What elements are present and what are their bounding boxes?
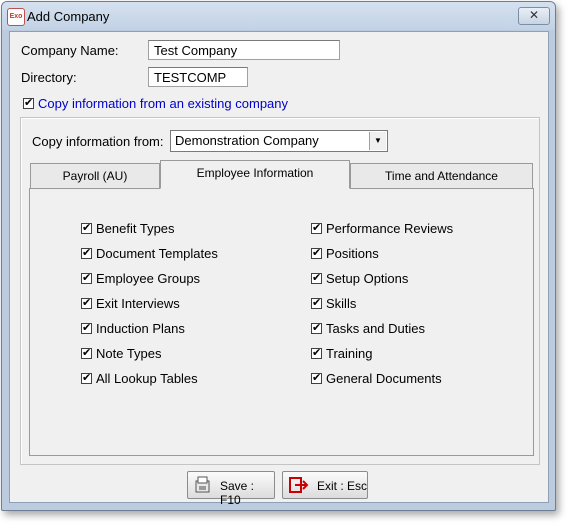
save-icon [195,476,210,493]
setup-options-checkbox[interactable] [311,271,322,284]
benefit-types-checkbox[interactable] [81,221,92,234]
tab-employee-information[interactable]: Employee Information [160,160,350,189]
option-label: Employee Groups [96,271,201,286]
copy-from-value: Demonstration Company [175,133,319,148]
window-title: Add Company [27,9,110,24]
training-checkbox[interactable] [311,346,322,359]
company-name-label: Company Name: [21,43,119,58]
copy-from-select[interactable]: Demonstration Company ▼ [170,130,388,152]
option-label: Benefit Types [96,221,175,236]
company-name-field[interactable]: Test Company [148,40,340,60]
employee-information-panel: Benefit Types Document Templates Employe… [29,188,534,456]
option-label: Note Types [96,346,162,361]
save-button-label: Save : F10 [220,479,255,507]
dialog-body: Company Name: Test Company Directory: TE… [9,31,549,507]
directory-field[interactable]: TESTCOMP [148,67,248,87]
copy-existing-label[interactable]: Copy information from an existing compan… [38,96,288,111]
option-label: Performance Reviews [326,221,454,236]
option-label: All Lookup Tables [96,371,198,386]
option-label: Skills [326,296,357,311]
exit-icon [289,477,309,493]
chevron-down-icon[interactable]: ▼ [369,132,386,150]
option-label: Exit Interviews [96,296,180,311]
induction-plans-checkbox[interactable] [81,321,92,334]
employee-groups-checkbox[interactable] [81,271,92,284]
option-label: Tasks and Duties [326,321,425,336]
save-button[interactable]: Save : F10 [187,471,275,507]
exit-interviews-checkbox[interactable] [81,296,92,309]
tab-payroll-au[interactable]: Payroll (AU) [30,163,160,188]
general-documents-checkbox[interactable] [311,371,322,384]
exit-button[interactable]: Exit : Esc [282,471,368,499]
exo-app-icon: Exo [7,8,25,26]
directory-label: Directory: [21,70,77,85]
option-label: Induction Plans [96,321,185,336]
positions-checkbox[interactable] [311,246,322,259]
copy-from-label: Copy information from: [32,134,164,149]
option-label: General Documents [326,371,442,386]
title-bar[interactable]: Exo Add Company ✕ [2,2,555,30]
option-label: Positions [326,246,379,261]
skills-checkbox[interactable] [311,296,322,309]
option-label: Document Templates [96,246,218,261]
add-company-window: Exo Add Company ✕ Company Name: Test Com… [1,1,556,511]
option-label: Training [326,346,373,361]
copy-existing-checkbox[interactable] [23,96,34,109]
document-templates-checkbox[interactable] [81,246,92,259]
performance-reviews-checkbox[interactable] [311,221,322,234]
all-lookup-tables-checkbox[interactable] [81,371,92,384]
note-types-checkbox[interactable] [81,346,92,359]
tasks-and-duties-checkbox[interactable] [311,321,322,334]
tab-time-and-attendance[interactable]: Time and Attendance [350,163,533,188]
option-label: Setup Options [326,271,409,286]
close-button[interactable]: ✕ [518,7,550,25]
exit-button-label: Exit : Esc [317,479,368,493]
